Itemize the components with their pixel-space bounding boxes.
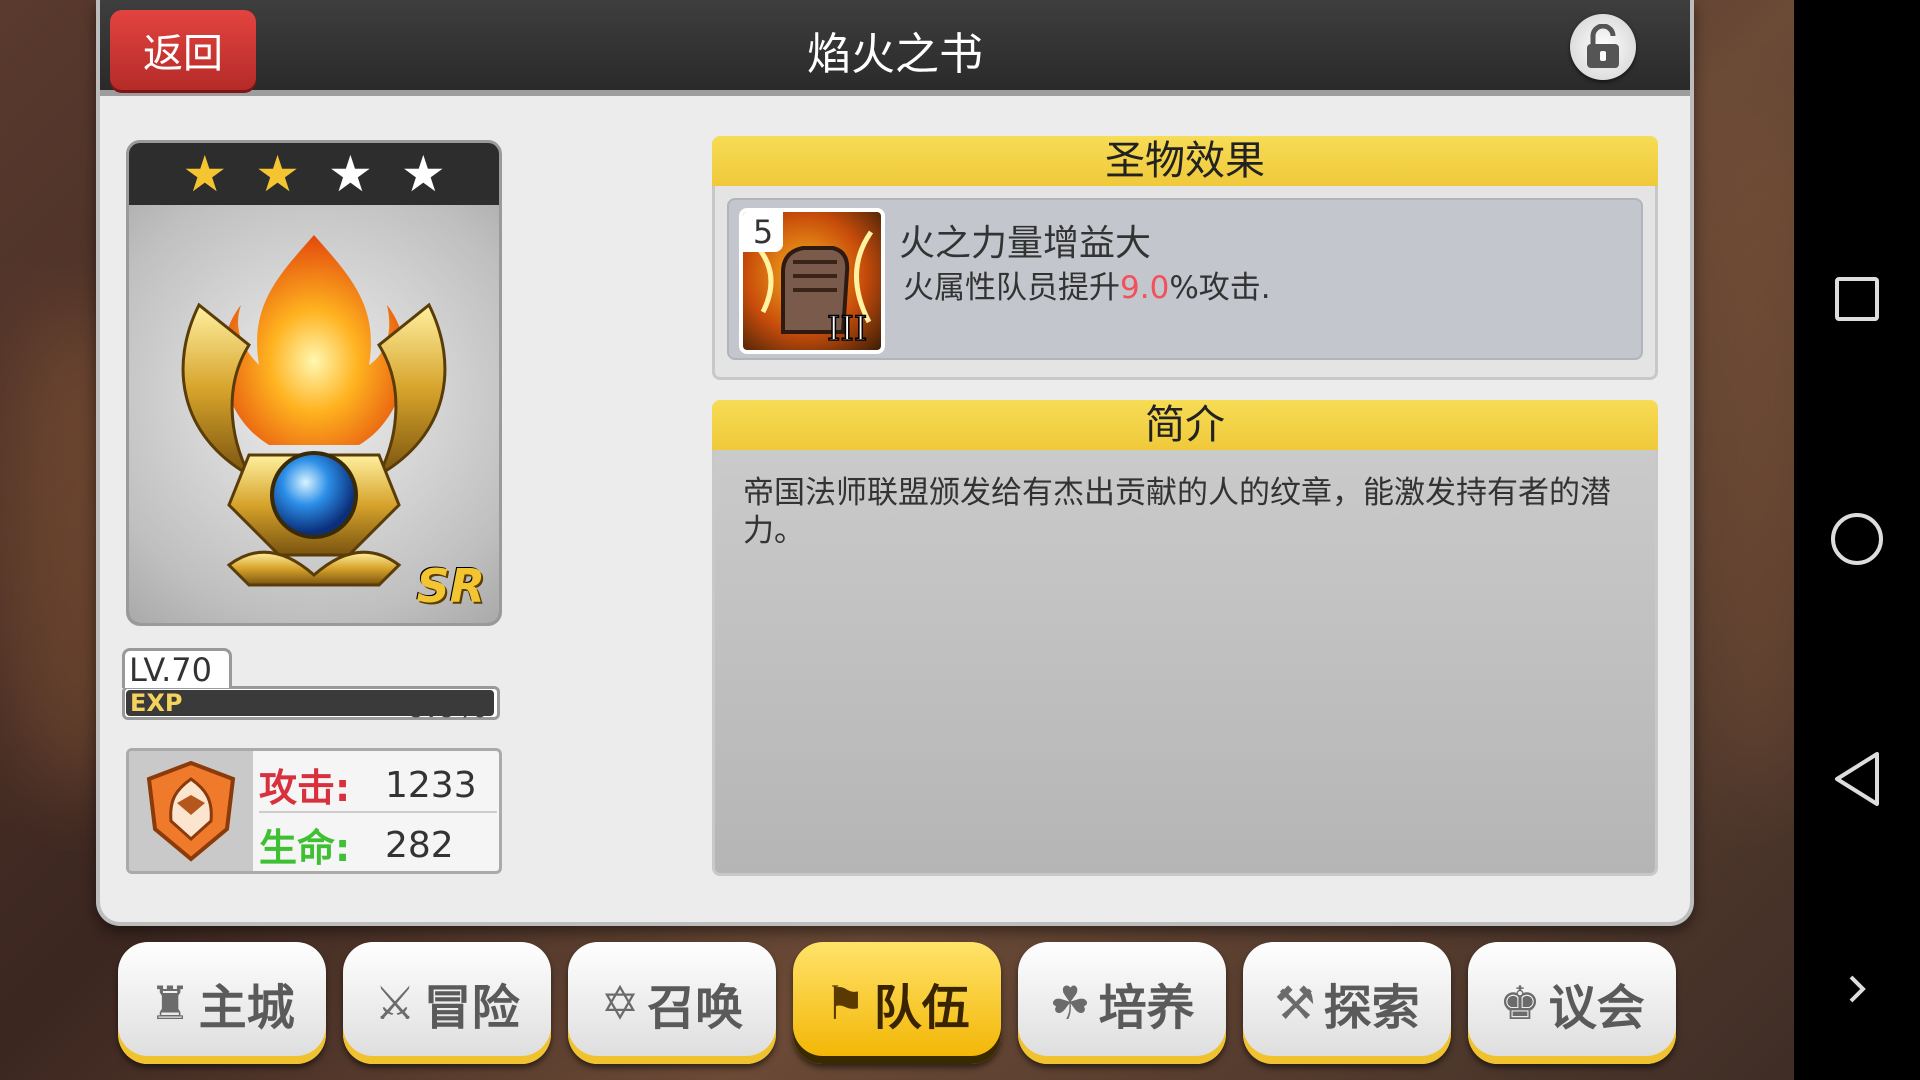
system-nav-bar (1794, 0, 1920, 1080)
council-icon: ♚ (1499, 976, 1541, 1030)
tab-summon[interactable]: ✡ 召唤 (568, 942, 776, 1064)
star-icon: ★ (255, 145, 300, 203)
unlock-icon (1587, 24, 1619, 68)
skill-level: 5 (743, 212, 783, 252)
intro-section: 帝国法师联盟颁发给有杰出贡献的人的纹章，能激发持有者的潜力。 (712, 450, 1658, 876)
tab-label: 召唤 (647, 980, 744, 1036)
exp-bar: EXP (126, 690, 494, 716)
level-label: LV.70 (122, 648, 232, 689)
relic-card[interactable]: ★ ★ ★ ★ SR (126, 140, 502, 626)
skill-description: 火属性队员提升9.0%攻击. (903, 262, 1271, 307)
intro-section-header: 简介 (712, 400, 1658, 450)
effect-row: III 5 火之力量增益大 火属性队员提升9.0%攻击. (727, 198, 1643, 360)
intro-text: 帝国法师联盟颁发给有杰出贡献的人的纹章，能激发持有者的潜力。 (743, 475, 1611, 549)
tab-council[interactable]: ♚ 议会 (1468, 942, 1676, 1064)
tab-label: 主城 (198, 980, 295, 1036)
skill-desc-prefix: 火属性队员提升 (903, 270, 1120, 306)
attack-value: 1233 (385, 765, 477, 806)
effect-section: III 5 火之力量增益大 火属性队员提升9.0%攻击. (712, 186, 1658, 380)
header-bar: 返回 焰火之书 (100, 0, 1690, 96)
star-rating: ★ ★ ★ ★ (129, 143, 499, 205)
crossed-swords-icon: ⚔ (374, 976, 416, 1030)
tab-explore[interactable]: ⚒ 探索 (1243, 942, 1451, 1064)
tab-label: 议会 (1548, 980, 1645, 1036)
hp-row: 生命: 282 (259, 817, 499, 871)
skill-desc-suffix: %攻击. (1169, 270, 1271, 306)
star-icon: ★ (328, 145, 373, 203)
triangle-back-icon (1835, 752, 1879, 806)
attack-label: 攻击: (259, 766, 351, 810)
rarity-badge: SR (416, 559, 485, 613)
attack-row: 攻击: 1233 (259, 757, 499, 813)
explorer-icon: ⚒ (1274, 976, 1316, 1030)
tab-adventure[interactable]: ⚔ 冒险 (343, 942, 551, 1064)
tab-team[interactable]: ⚑ 队伍 (793, 942, 1001, 1064)
chevron-right-icon (1849, 975, 1866, 1003)
recents-button[interactable] (1828, 270, 1886, 328)
hp-label: 生命: (259, 826, 351, 870)
home-button[interactable] (1828, 510, 1886, 568)
castle-icon: ♜ (149, 976, 191, 1030)
skill-icon[interactable]: III 5 (739, 208, 885, 354)
tab-train[interactable]: ☘ 培养 (1018, 942, 1226, 1064)
skill-desc-value: 9.0 (1120, 270, 1170, 306)
level-exp-box: 0.0% LV.70 EXP (122, 648, 500, 725)
winged-shield-icon (146, 760, 236, 862)
bottom-tab-bar: ♜ 主城 ⚔ 冒险 ✡ 召唤 ⚑ 队伍 ☘ 培养 ⚒ 探索 ♚ 议会 (118, 942, 1678, 1070)
exp-label: EXP (130, 689, 183, 717)
tab-main-city[interactable]: ♜ 主城 (118, 942, 326, 1064)
tab-label: 探索 (1323, 980, 1420, 1036)
circle-icon (1831, 513, 1883, 565)
tab-label: 冒险 (423, 980, 520, 1036)
effect-section-header: 圣物效果 (712, 136, 1658, 186)
hp-value: 282 (385, 825, 454, 866)
square-icon (1835, 277, 1879, 321)
nav-expand-button[interactable] (1828, 960, 1886, 1018)
lock-button[interactable] (1570, 14, 1636, 80)
hexagram-icon: ✡ (600, 976, 640, 1030)
svg-text:III: III (827, 309, 867, 349)
back-nav-button[interactable] (1828, 750, 1886, 808)
relic-artwork: SR (129, 205, 499, 623)
stat-emblem (129, 751, 253, 871)
tab-label: 培养 (1098, 980, 1195, 1036)
stats-panel: 攻击: 1233 生命: 282 (126, 748, 502, 874)
skill-name: 火之力量增益大 (899, 223, 1152, 264)
star-icon: ★ (400, 145, 446, 203)
team-flag-icon: ⚑ (824, 976, 866, 1030)
star-icon: ★ (182, 145, 228, 203)
tab-label: 队伍 (873, 980, 970, 1036)
triple-orb-icon: ☘ (1049, 976, 1091, 1030)
page-title: 焰火之书 (807, 29, 983, 80)
